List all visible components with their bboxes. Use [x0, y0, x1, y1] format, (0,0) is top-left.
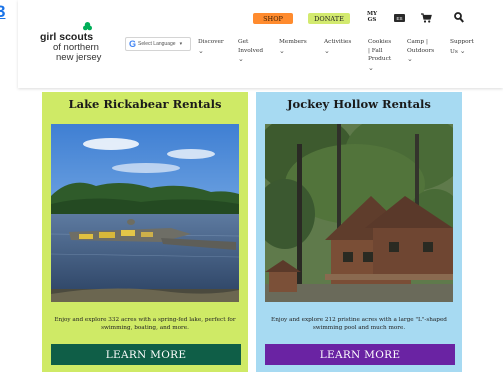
nav-support-line-1: Support — [450, 39, 474, 45]
nav-cookies-line-3: Product — [368, 56, 392, 62]
chevron-down-icon: ⌄ — [198, 46, 204, 55]
caret-down-icon: ▾ — [179, 41, 183, 47]
jockey-hollow-title: Jockey Hollow Rentals — [287, 97, 431, 111]
chevron-down-icon: ⌄ — [459, 46, 466, 55]
my-gs-line-2: GS — [367, 16, 377, 23]
chevron-down-icon: ⌄ — [324, 46, 330, 55]
nav-support-us[interactable]: Support Us ⌄ — [450, 38, 474, 56]
language-select[interactable]: G Select Language ▾ — [125, 37, 191, 51]
chevron-down-icon: ⌄ — [238, 55, 244, 63]
nav-discover[interactable]: Discover ⌄ — [198, 38, 224, 56]
lake-rickabear-card: Lake Rickabear Rentals Enjoy and explore… — [42, 92, 248, 372]
lake-rickabear-title: Lake Rickabear Rentals — [68, 97, 222, 111]
jockey-hollow-description: Enjoy and explore 212 pristine acres wit… — [271, 317, 447, 331]
cropped-link-digit[interactable]: 3 — [0, 0, 10, 26]
nav-camp-line-1: Camp | — [407, 39, 428, 45]
site-header: girl scouts of northern new jersey G Sel… — [18, 0, 503, 88]
jockey-hollow-photo — [265, 124, 453, 302]
logo-line-3: new jersey — [56, 52, 102, 63]
gsnj-logo[interactable]: girl scouts of northern new jersey — [40, 22, 120, 63]
lake-rickabear-photo — [51, 124, 239, 302]
cropped-link-digit-text: 3 — [0, 2, 6, 21]
google-translate-icon: G — [129, 39, 137, 49]
nav-members[interactable]: Members ⌄ — [279, 38, 307, 56]
nav-get-involved[interactable]: Get Involved ⌄ — [238, 38, 263, 64]
jockey-learn-more-button[interactable]: LEARN MORE — [265, 344, 455, 365]
nav-get-involved-line-2: Involved — [238, 47, 264, 54]
nav-cookies[interactable]: Cookies | Fall Product ⌄ — [368, 38, 391, 73]
nav-get-involved-line-1: Get — [238, 39, 249, 45]
search-icon[interactable] — [454, 12, 464, 23]
trefoil-logo-icon — [83, 22, 92, 31]
donate-button[interactable]: DONATE — [308, 13, 350, 24]
spanish-language-button[interactable]: ES — [394, 14, 405, 22]
nav-cookies-line-2: | Fall — [368, 47, 383, 54]
nav-support-line-2: Us — [450, 48, 458, 55]
shop-button[interactable]: SHOP — [253, 13, 293, 24]
nav-cookies-line-1: Cookies — [368, 39, 392, 45]
chevron-down-icon: ⌄ — [368, 63, 374, 72]
lake-rickabear-description: Enjoy and explore 332 acres with a sprin… — [54, 317, 236, 331]
nav-activities[interactable]: Activities ⌄ — [324, 38, 351, 56]
lake-learn-more-button[interactable]: LEARN MORE — [51, 344, 241, 365]
chevron-down-icon: ⌄ — [279, 46, 285, 55]
cart-icon[interactable] — [421, 13, 432, 23]
nav-camp-outdoors[interactable]: Camp | Outdoors ⌄ — [407, 38, 434, 64]
jockey-hollow-card: Jockey Hollow Rentals Enjoy and explore … — [256, 92, 462, 372]
chevron-down-icon: ⌄ — [407, 55, 413, 63]
nav-camp-line-2: Outdoors — [407, 47, 435, 54]
my-gs-link[interactable]: MY GS — [367, 11, 377, 23]
nav-members-label: Members — [279, 39, 307, 45]
nav-activities-label: Activities — [324, 39, 352, 45]
language-select-label: Select Language — [138, 41, 176, 47]
nav-discover-label: Discover — [198, 39, 224, 45]
